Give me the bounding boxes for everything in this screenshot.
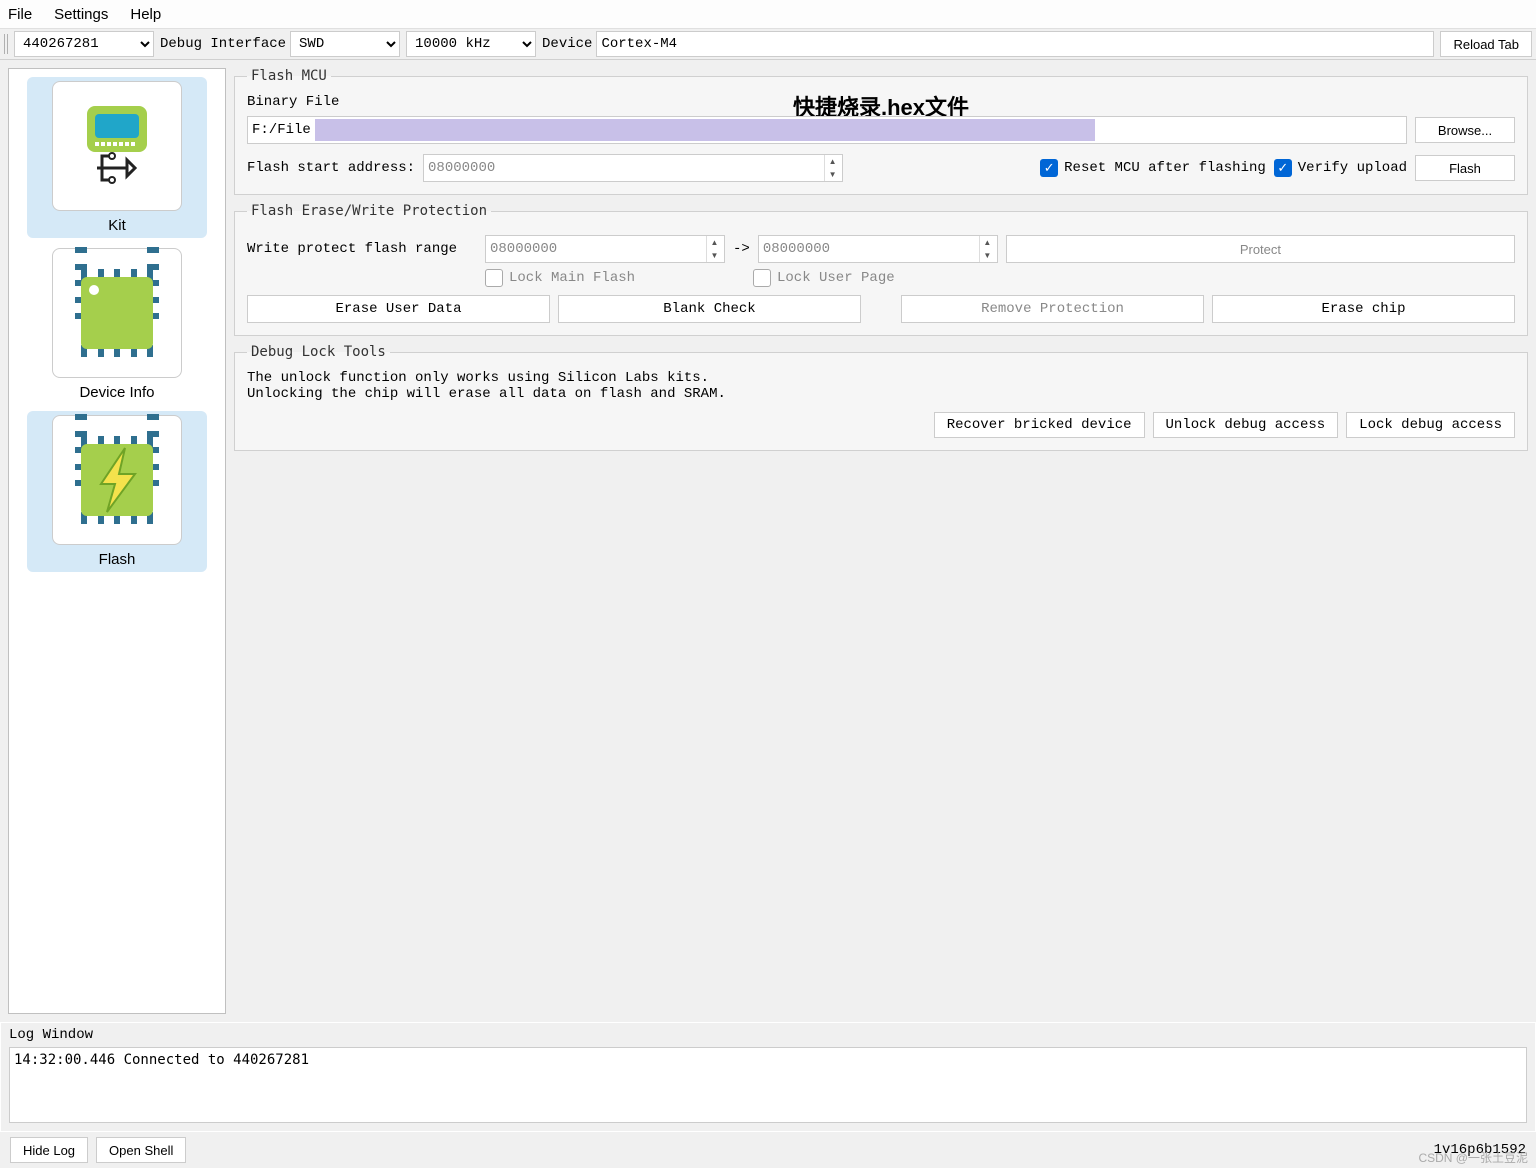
debug-note1: The unlock function only works using Sil… (247, 370, 1515, 386)
device-field[interactable] (596, 31, 1434, 57)
toolbar: 440267281 Debug Interface SWD 10000 kHz … (0, 28, 1536, 60)
binary-file-label: Binary File (247, 94, 1515, 110)
blank-check-button[interactable]: Blank Check (558, 295, 861, 323)
debug-lock-group: Debug Lock Tools The unlock function onl… (234, 344, 1528, 451)
debug-lock-legend: Debug Lock Tools (247, 344, 390, 360)
log-line: 14:32:00.446 Connected to 440267281 (14, 1052, 1522, 1068)
binary-file-input[interactable] (247, 116, 1407, 144)
device-id-select[interactable]: 440267281 (14, 31, 154, 57)
recover-bricked-button[interactable]: Recover bricked device (934, 412, 1145, 438)
menubar: File Settings Help (0, 0, 1536, 28)
flash-icon (67, 430, 167, 530)
frequency-select[interactable]: 10000 kHz (406, 31, 536, 57)
check-icon: ✓ (1274, 159, 1292, 177)
checkbox-icon (485, 269, 503, 287)
hide-log-button[interactable]: Hide Log (10, 1137, 88, 1163)
binary-file-wrapper (247, 116, 1407, 144)
debug-interface-label: Debug Interface (160, 36, 286, 52)
verify-checkbox[interactable]: ✓ Verify upload (1274, 159, 1407, 177)
watermark: CSDN @一张土豆泥 (1418, 1149, 1528, 1166)
sidebar-item-device-info[interactable]: Device Info (27, 244, 207, 405)
lock-user-page-checkbox[interactable]: Lock User Page (753, 269, 895, 287)
erase-protect-legend: Flash Erase/Write Protection (247, 203, 491, 219)
log-window-title: Log Window (9, 1027, 1527, 1043)
checkbox-icon (753, 269, 771, 287)
browse-button[interactable]: Browse... (1415, 117, 1515, 143)
sidebar-label-kit: Kit (108, 217, 126, 234)
erase-chip-button[interactable]: Erase chip (1212, 295, 1515, 323)
device-label: Device (542, 36, 592, 52)
start-address-label: Flash start address: (247, 160, 415, 176)
chip-icon (67, 263, 167, 363)
sidebar: Kit Device Info (8, 68, 226, 1014)
debug-note2: Unlocking the chip will erase all data o… (247, 386, 1515, 402)
reset-checkbox[interactable]: ✓ Reset MCU after flashing (1040, 159, 1266, 177)
menu-file[interactable]: File (6, 4, 34, 25)
content-area: Flash MCU 快捷烧录.hex文件 Binary File Browse.… (234, 68, 1528, 1014)
sidebar-label-device-info: Device Info (79, 384, 154, 401)
interface-select[interactable]: SWD (290, 31, 400, 57)
check-icon: ✓ (1040, 159, 1058, 177)
flash-button[interactable]: Flash (1415, 155, 1515, 181)
flash-mcu-group: Flash MCU 快捷烧录.hex文件 Binary File Browse.… (234, 68, 1528, 195)
protect-button: Protect (1006, 235, 1515, 263)
write-protect-range-label: Write protect flash range (247, 241, 477, 257)
log-area: Log Window 14:32:00.446 Connected to 440… (0, 1022, 1536, 1132)
remove-protection-button: Remove Protection (901, 295, 1204, 323)
sidebar-item-kit[interactable]: Kit (27, 77, 207, 238)
reload-tab-button[interactable]: Reload Tab (1440, 31, 1532, 57)
main-area: Kit Device Info (0, 60, 1536, 1022)
sidebar-item-flash[interactable]: Flash (27, 411, 207, 572)
spinner-arrows[interactable]: ▲▼ (824, 155, 840, 181)
erase-protect-group: Flash Erase/Write Protection Write prote… (234, 203, 1528, 336)
log-window[interactable]: 14:32:00.446 Connected to 440267281 (9, 1047, 1527, 1123)
flash-mcu-legend: Flash MCU (247, 68, 331, 84)
grip-icon (4, 34, 10, 54)
bottombar: Hide Log Open Shell 1v16p6b1592 (0, 1132, 1536, 1168)
menu-settings[interactable]: Settings (52, 4, 110, 25)
write-protect-to-input[interactable] (759, 236, 979, 262)
start-address-input[interactable] (424, 155, 824, 181)
erase-user-data-button[interactable]: Erase User Data (247, 295, 550, 323)
sidebar-label-flash: Flash (99, 551, 136, 568)
spinner-arrows[interactable]: ▲▼ (979, 236, 995, 262)
spinner-arrows[interactable]: ▲▼ (706, 236, 722, 262)
lock-debug-button[interactable]: Lock debug access (1346, 412, 1515, 438)
lock-main-flash-checkbox[interactable]: Lock Main Flash (485, 269, 745, 287)
menu-help[interactable]: Help (128, 4, 163, 25)
arrow-label: -> (733, 241, 750, 257)
open-shell-button[interactable]: Open Shell (96, 1137, 186, 1163)
kit-icon (67, 96, 167, 196)
write-protect-from-input[interactable] (486, 236, 706, 262)
unlock-debug-button[interactable]: Unlock debug access (1153, 412, 1339, 438)
